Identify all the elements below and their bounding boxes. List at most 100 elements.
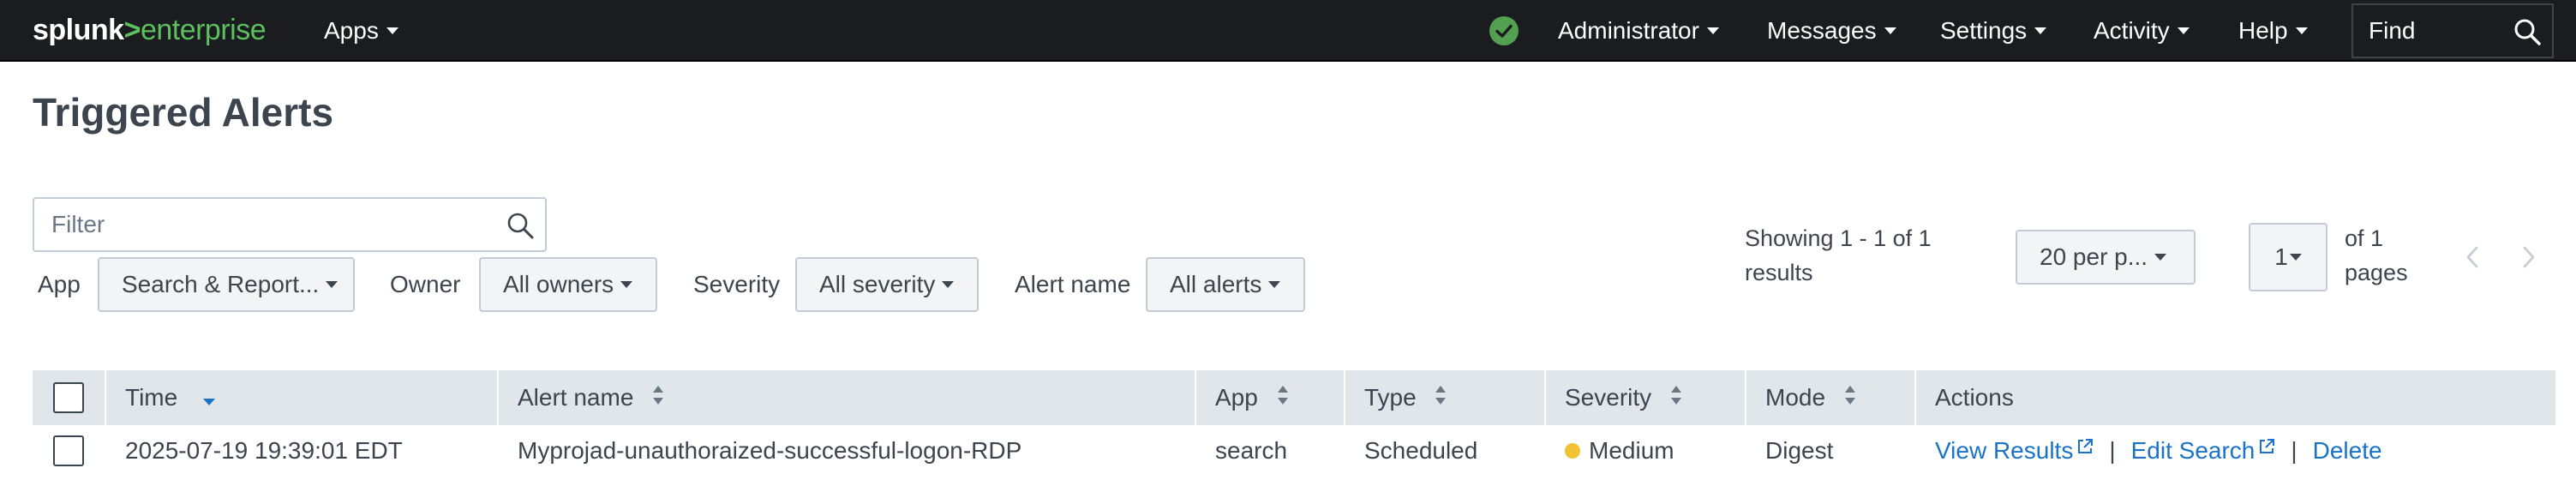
action-separator: | (2291, 437, 2297, 464)
owner-filter-value: All owners (503, 271, 614, 297)
app-filter-label: App (38, 271, 81, 297)
find-input[interactable] (2353, 5, 2507, 57)
column-header-type-label: Type (1364, 384, 1417, 411)
severity-filter-dropdown[interactable]: All severity (795, 257, 979, 312)
column-divider (1914, 370, 1916, 425)
page-number-value: 1 (2274, 243, 2288, 270)
column-divider (1195, 370, 1196, 425)
column-divider (1344, 370, 1345, 425)
chevron-down-icon (2034, 27, 2047, 34)
logo-enterprise-text: enterprise (140, 14, 267, 46)
top-navigation-bar: splunk>enterprise Apps Administrator Mes… (0, 0, 2576, 62)
chevron-down-icon (2295, 27, 2308, 34)
results-count: Showing 1 - 1 of 1 results (1745, 221, 1942, 290)
row-severity-label: Medium (1589, 437, 1674, 464)
logo-splunk-text: splunk (33, 14, 124, 46)
column-header-mode[interactable]: Mode (1765, 370, 1856, 425)
sort-icon[interactable] (1844, 370, 1856, 425)
row-actions: View Results | Edit Search | Delete (1935, 435, 2382, 468)
sort-descending-icon[interactable] (202, 370, 215, 425)
results-count-line2: results (1745, 260, 1813, 285)
row-alert-name: Myprojad-unauthoraized-successful-logon-… (518, 437, 1022, 464)
sort-icon[interactable] (652, 370, 664, 425)
alert-name-filter-dropdown[interactable]: All alerts (1146, 257, 1305, 312)
app-filter-value: Search & Report... (122, 271, 320, 297)
splunk-enterprise-logo[interactable]: splunk>enterprise (33, 14, 267, 46)
sort-icon[interactable] (1670, 370, 1682, 425)
prev-page-icon[interactable] (2465, 245, 2480, 273)
administrator-menu[interactable]: Administrator (1558, 15, 1719, 46)
filter-input[interactable] (34, 199, 497, 250)
table-header: Time Alert name App Type Severity Mode A… (33, 370, 2555, 425)
administrator-menu-label: Administrator (1558, 17, 1699, 44)
column-header-severity-label: Severity (1565, 384, 1652, 411)
sort-icon[interactable] (1435, 370, 1447, 425)
per-page-dropdown[interactable]: 20 per p... (2016, 230, 2196, 285)
column-header-app[interactable]: App (1215, 370, 1289, 425)
results-count-line1: Showing 1 - 1 of 1 (1745, 225, 1932, 251)
per-page-value: 20 per p... (2040, 243, 2148, 270)
row-time: 2025-07-19 19:39:01 EDT (125, 437, 403, 464)
chevron-down-icon (1706, 27, 1719, 34)
column-header-alert-name-label: Alert name (518, 384, 634, 411)
chevron-down-icon (1268, 280, 1281, 288)
row-mode: Digest (1765, 437, 1834, 464)
external-link-icon (2258, 432, 2275, 463)
column-header-actions-label: Actions (1935, 384, 2014, 411)
alert-name-filter-label: Alert name (1015, 271, 1131, 297)
view-results-link[interactable]: View Results (1935, 437, 2094, 464)
column-header-severity[interactable]: Severity (1565, 370, 1682, 425)
edit-search-label: Edit Search (2130, 437, 2255, 464)
sort-icon[interactable] (1277, 370, 1289, 425)
column-divider (1745, 370, 1746, 425)
row-select-checkbox[interactable] (53, 435, 84, 466)
messages-menu[interactable]: Messages (1767, 15, 1896, 46)
owner-filter-label: Owner (390, 271, 461, 297)
row-type: Scheduled (1364, 437, 1478, 464)
apps-menu-label: Apps (324, 17, 379, 44)
column-header-type[interactable]: Type (1364, 370, 1447, 425)
help-menu-label: Help (2238, 17, 2288, 44)
chevron-down-icon (386, 27, 398, 34)
next-page-icon[interactable] (2521, 245, 2537, 273)
help-menu[interactable]: Help (2238, 15, 2308, 46)
view-results-label: View Results (1935, 437, 2074, 464)
page-number-dropdown[interactable]: 1 (2249, 223, 2327, 291)
alert-name-filter-value: All alerts (1170, 271, 1262, 297)
chevron-down-icon (620, 280, 633, 288)
column-divider (1544, 370, 1546, 425)
severity-filter-value: All severity (819, 271, 936, 297)
column-header-time-label: Time (125, 384, 178, 411)
owner-filter-dropdown[interactable]: All owners (479, 257, 657, 312)
chevron-down-icon (942, 280, 955, 288)
column-header-time[interactable]: Time (125, 370, 215, 425)
severity-filter-label: Severity (693, 271, 781, 297)
select-all-checkbox[interactable] (53, 382, 84, 413)
settings-menu-label: Settings (1940, 17, 2028, 44)
column-header-actions: Actions (1935, 370, 2014, 425)
activity-menu[interactable]: Activity (2094, 15, 2190, 46)
column-divider (497, 370, 499, 425)
settings-menu[interactable]: Settings (1940, 15, 2047, 46)
chevron-down-icon (1884, 27, 1896, 34)
app-filter-dropdown[interactable]: Search & Report... (98, 257, 355, 312)
search-icon[interactable] (2513, 17, 2542, 51)
row-app: search (1215, 437, 1288, 464)
find-search-box (2351, 3, 2554, 58)
chevron-down-icon (2177, 27, 2190, 34)
apps-menu[interactable]: Apps (324, 15, 398, 46)
action-separator: | (2109, 437, 2116, 464)
column-header-alert-name[interactable]: Alert name (518, 370, 664, 425)
total-pages-line2: pages (2345, 260, 2408, 285)
activity-menu-label: Activity (2094, 17, 2170, 44)
external-link-icon (2076, 432, 2094, 463)
chevron-down-icon (2154, 253, 2167, 261)
chevron-down-icon (2289, 253, 2302, 261)
column-header-app-label: App (1215, 384, 1258, 411)
edit-search-link[interactable]: Edit Search (2131, 437, 2276, 464)
severity-medium-icon (1565, 442, 1580, 459)
delete-link[interactable]: Delete (2313, 437, 2382, 464)
chevron-down-icon (326, 280, 338, 288)
check-circle-icon[interactable] (1489, 16, 1519, 45)
page-title: Triggered Alerts (33, 90, 334, 135)
